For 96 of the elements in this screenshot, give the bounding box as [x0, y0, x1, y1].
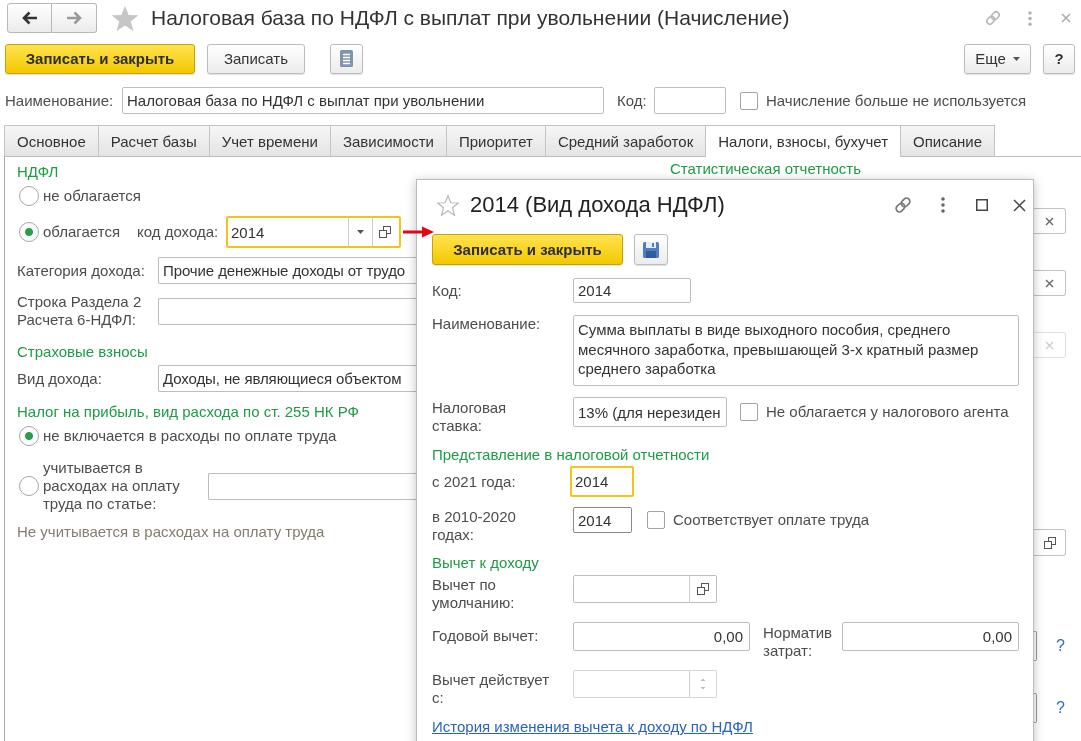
- income-type-field[interactable]: Доходы, не являющиеся объектом: [158, 365, 416, 392]
- annotation-arrow: [403, 226, 434, 238]
- tab[interactable]: Зависимости: [329, 125, 447, 156]
- help-link[interactable]: ?: [1056, 637, 1065, 655]
- tab[interactable]: Основное: [4, 125, 99, 156]
- star-icon[interactable]: [111, 4, 139, 32]
- name-label: Наименование:: [5, 91, 115, 110]
- income-code-label: код дохода:: [137, 223, 220, 241]
- back-button[interactable]: [7, 3, 52, 33]
- left-arrow-icon: [21, 11, 38, 25]
- code-field[interactable]: 2014: [573, 278, 691, 303]
- tab[interactable]: Учет времени: [208, 125, 331, 156]
- code-2021-field[interactable]: 2014: [570, 466, 634, 497]
- cost-norm-field[interactable]: 0,00: [842, 622, 1019, 651]
- default-deduction-field[interactable]: [573, 575, 717, 603]
- field-label: Норматив затрат:: [763, 623, 834, 660]
- clear-icon: [1045, 216, 1054, 226]
- income-category-field[interactable]: Прочие денежные доходы от трудо: [158, 257, 416, 284]
- field-label: Строка Раздела 2 Расчета 6-НДФЛ:: [17, 293, 143, 329]
- valid-from-field[interactable]: [573, 670, 717, 698]
- star-icon[interactable]: [437, 194, 459, 216]
- tab[interactable]: Расчет базы: [97, 125, 210, 156]
- help-button[interactable]: ?: [1043, 43, 1075, 74]
- checkbox[interactable]: [740, 403, 758, 421]
- report-line-field[interactable]: [158, 297, 416, 325]
- clear-button[interactable]: [1034, 270, 1066, 296]
- more-menu-icon[interactable]: [941, 197, 945, 213]
- radio-button[interactable]: [19, 476, 39, 496]
- open-button[interactable]: [1034, 529, 1066, 556]
- dialog-title: 2014 (Вид дохода НДФЛ): [470, 192, 725, 218]
- field-label: Код:: [432, 281, 463, 300]
- link-icon[interactable]: [893, 195, 913, 215]
- window-title: Налоговая база по НДФЛ с выплат при увольнении (Начисление): [151, 6, 790, 30]
- expense-article-field[interactable]: [208, 472, 416, 500]
- section-title: Статистическая отчетность: [670, 160, 862, 178]
- checkbox[interactable]: [740, 91, 758, 110]
- field-label: Вычет действует с:: [432, 670, 550, 707]
- field-label: Вычет по умолчанию:: [432, 575, 516, 612]
- field-label: в 2010-2020 годах:: [432, 507, 517, 544]
- save-and-close-button[interactable]: Записать и закрыть: [5, 43, 195, 74]
- income-code-field[interactable]: 2014: [226, 216, 401, 248]
- clear-icon: [1045, 340, 1054, 350]
- checkbox-label: Не облагается у налогового агента: [766, 403, 1009, 421]
- field-label: Вид дохода:: [17, 369, 103, 388]
- tab[interactable]: Описание: [900, 125, 996, 156]
- history-link[interactable]: История изменения вычета к доходу по НДФЛ: [432, 718, 753, 736]
- radio-button[interactable]: [19, 426, 39, 446]
- spinner-arrows-icon[interactable]: [700, 676, 706, 692]
- radio-label: облагается: [43, 223, 121, 241]
- section-title: Вычет к доходу: [432, 553, 540, 573]
- section-title: Представление в налоговой отчетности: [432, 445, 711, 465]
- help-link[interactable]: ?: [1056, 699, 1065, 717]
- tax-rate-field[interactable]: 13% (для нерезиден: [573, 397, 727, 427]
- code-label: Код:: [617, 91, 648, 110]
- close-icon[interactable]: [1013, 198, 1026, 212]
- code-field[interactable]: [654, 87, 726, 114]
- section-title: НДФЛ: [17, 162, 60, 182]
- radio-button[interactable]: [19, 222, 39, 242]
- section-title: Налог на прибыль, вид расхода по ст. 255 НК РФ: [17, 402, 360, 422]
- document-icon: [340, 50, 353, 67]
- copy-icon: [1043, 536, 1056, 549]
- clear-button[interactable]: [1034, 208, 1066, 234]
- clear-icon: [1045, 278, 1054, 288]
- copy-icon[interactable]: [378, 226, 391, 238]
- field-label: Годовой вычет:: [432, 626, 540, 645]
- checkbox[interactable]: [647, 511, 665, 529]
- radio-label: не включается в расходы по оплате труда: [43, 427, 337, 445]
- radio-label: учитывается в расходах на оплату труда по статье:: [43, 459, 181, 513]
- save-button[interactable]: [634, 234, 668, 265]
- field-label: Наименование:: [432, 315, 542, 333]
- document-button[interactable]: [330, 43, 363, 74]
- field-label: с 2021 года:: [432, 472, 517, 491]
- name-field[interactable]: Сумма выплаты в виде выходного пособия, среднего месячного заработка, превышающей 3-х кратный размер среднего заработка: [573, 315, 1019, 386]
- dropdown-caret-icon[interactable]: [357, 230, 364, 234]
- caret-icon: [1012, 56, 1020, 61]
- more-button[interactable]: Еще: [964, 43, 1031, 74]
- save-and-close-button[interactable]: Записать и закрыть: [432, 234, 623, 265]
- name-field[interactable]: Налоговая база по НДФЛ с выплат при увольнении: [122, 87, 604, 114]
- maximize-icon[interactable]: [976, 199, 988, 211]
- checkbox-label: Начисление больше не используется: [766, 91, 1027, 110]
- radio-button[interactable]: [19, 186, 39, 206]
- code-2010-field[interactable]: 2014: [573, 507, 632, 533]
- checkbox-label: Соответствует оплате труда: [673, 511, 870, 529]
- annual-deduction-field[interactable]: 0,00: [573, 622, 750, 651]
- section-title: Страховые взносы: [17, 342, 149, 362]
- tab[interactable]: Приоритет: [445, 125, 546, 156]
- field-label: Налоговая ставка:: [432, 398, 508, 435]
- field-label: Категория дохода:: [17, 261, 146, 280]
- tab[interactable]: Средний заработок: [544, 125, 707, 156]
- tab[interactable]: Налоги, взносы, бухучет: [705, 125, 902, 157]
- link-icon[interactable]: [984, 9, 1002, 27]
- right-arrow-icon: [66, 11, 82, 25]
- radio-label: не облагается: [43, 187, 141, 205]
- copy-icon[interactable]: [697, 583, 709, 595]
- note-text: Не учитывается в расходах на оплату труда: [17, 522, 326, 542]
- save-button[interactable]: Записать: [207, 43, 305, 74]
